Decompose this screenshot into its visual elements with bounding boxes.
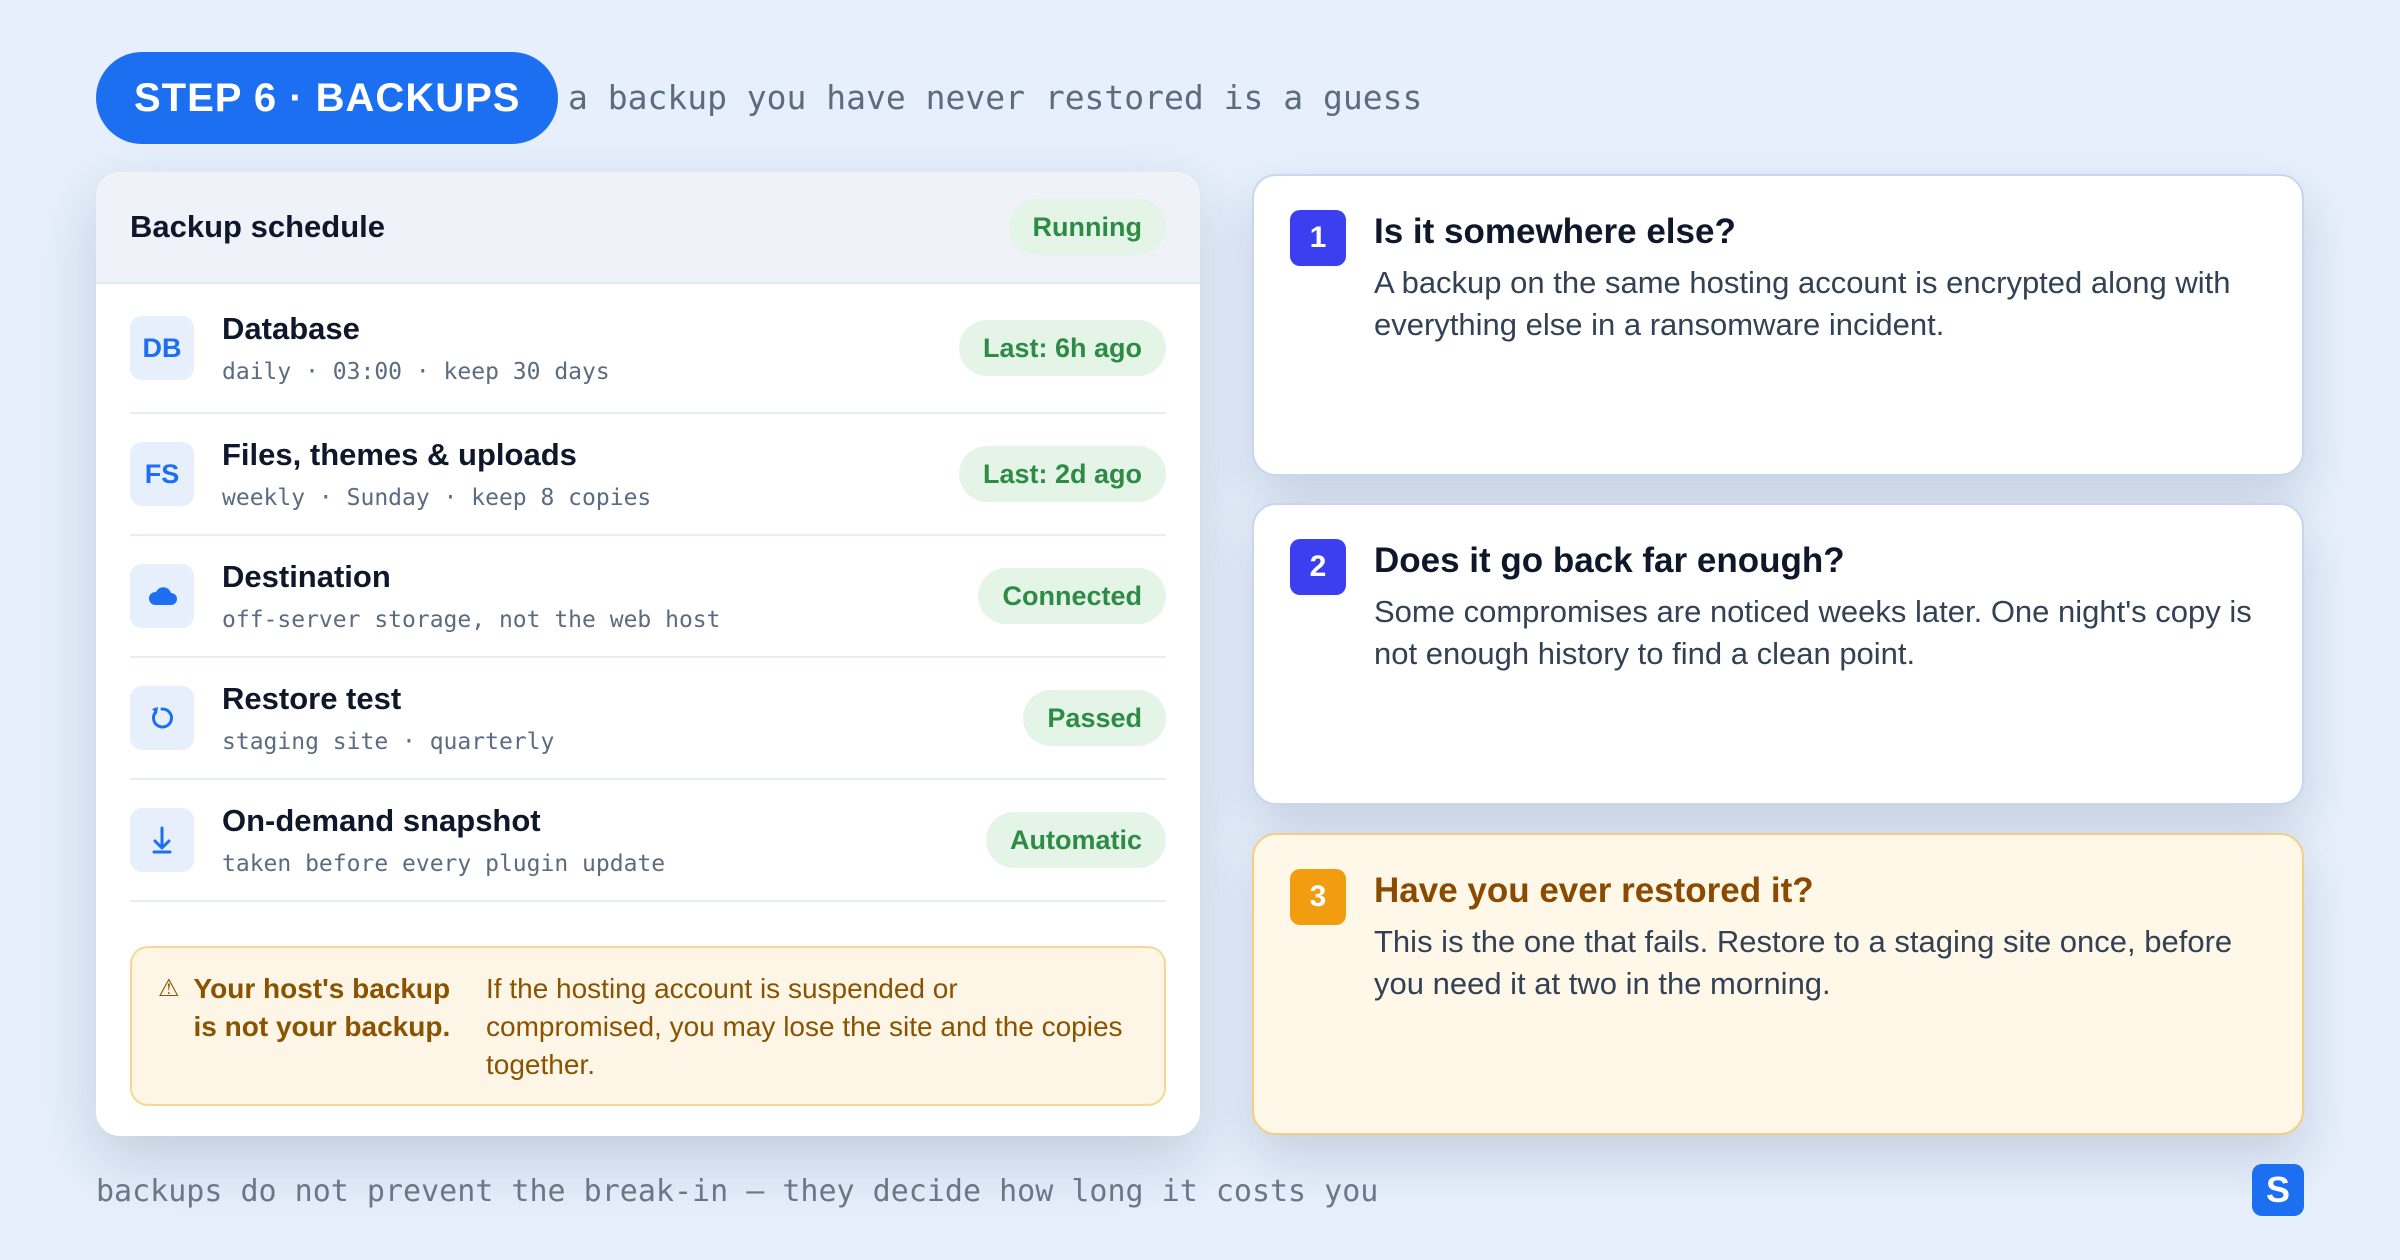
question-title: Is it somewhere else?: [1374, 212, 1736, 251]
warning-label: Your host's backup is not your backup.: [193, 973, 451, 1042]
list-item-snapshot: On-demand snapshot taken before every pl…: [130, 780, 1166, 902]
row-badge: Last: 6h ago: [958, 320, 1166, 376]
row-subtitle: weekly · Sunday · keep 8 copies: [222, 485, 652, 511]
step-badge: STEP 6 · BACKUPS: [96, 52, 559, 144]
question-text: This is the one that fails. Restore to a…: [1374, 924, 2233, 1001]
list-item-files: FS Files, themes & uploads weekly · Sund…: [130, 414, 1166, 536]
row-badge: Passed: [1023, 690, 1166, 746]
cloud-icon: [130, 564, 194, 628]
question-number: 1: [1290, 210, 1346, 266]
question-text: A backup on the same hosting account is …: [1374, 265, 2231, 342]
row-title: Restore test: [222, 681, 402, 716]
row-subtitle: staging site · quarterly: [222, 729, 555, 755]
question-title: Does it go back far enough?: [1374, 541, 1845, 580]
row-subtitle: off-server storage, not the web host: [222, 607, 721, 633]
question-card-1: 1 Is it somewhere else? A backup on the …: [1252, 174, 2304, 476]
row-badge: Automatic: [985, 812, 1166, 868]
row-title: Destination: [222, 559, 391, 594]
warning-icon: ⚠: [158, 975, 180, 1002]
download-icon: [130, 808, 194, 872]
row-subtitle: taken before every plugin update: [222, 851, 666, 877]
question-title: Have you ever restored it?: [1374, 871, 1814, 910]
row-title: On-demand snapshot: [222, 803, 541, 838]
page-tagline: a backup you have never restored is a gu…: [568, 78, 1423, 117]
row-title: Files, themes & uploads: [222, 437, 577, 472]
list-item-restore-test: Restore test staging site · quarterly Pa…: [130, 658, 1166, 780]
database-icon: DB: [130, 316, 194, 380]
warning-text: If the hosting account is suspended or c…: [486, 973, 1123, 1080]
card-header: Backup schedule Running: [96, 172, 1200, 284]
row-badge: Connected: [978, 568, 1166, 624]
schedule-list: DB Database daily · 03:00 · keep 30 days…: [96, 284, 1200, 902]
files-icon: FS: [130, 442, 194, 506]
status-badge: Running: [1008, 199, 1166, 255]
list-item-destination: Destination off-server storage, not the …: [130, 536, 1166, 658]
list-item-database: DB Database daily · 03:00 · keep 30 days…: [130, 284, 1166, 414]
row-subtitle: daily · 03:00 · keep 30 days: [222, 359, 610, 385]
question-card-3: 3 Have you ever restored it? This is the…: [1252, 833, 2304, 1135]
brand-logo: S: [2252, 1164, 2304, 1216]
question-text: Some compromises are noticed weeks later…: [1374, 594, 2252, 671]
backup-schedule-card: Backup schedule Running DB Database dail…: [96, 172, 1200, 1136]
question-card-2: 2 Does it go back far enough? Some compr…: [1252, 503, 2304, 805]
card-title: Backup schedule: [130, 209, 385, 244]
host-backup-warning: ⚠ Your host's backup is not your backup.…: [130, 946, 1166, 1106]
question-number: 3: [1290, 869, 1346, 925]
question-number: 2: [1290, 539, 1346, 595]
restore-icon: [130, 686, 194, 750]
footer-note: backups do not prevent the break-in — th…: [96, 1174, 1379, 1209]
row-title: Database: [222, 311, 360, 346]
row-badge: Last: 2d ago: [958, 446, 1166, 502]
